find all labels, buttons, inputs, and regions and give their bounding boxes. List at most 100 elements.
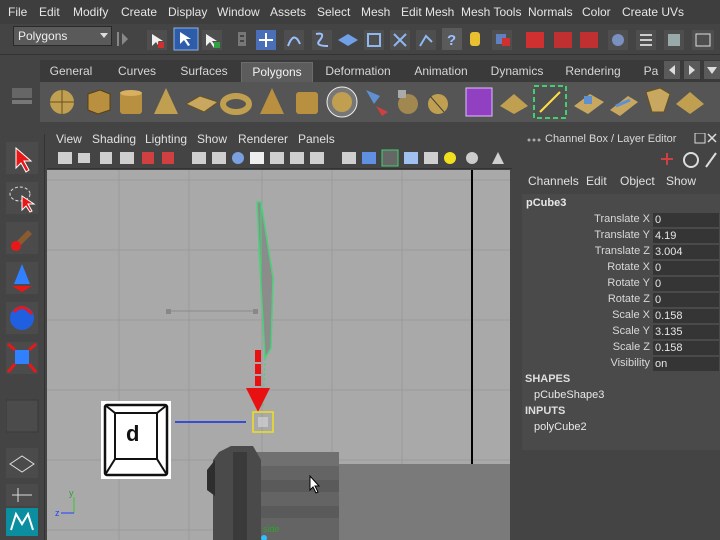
attr-label[interactable]: Scale Z (613, 341, 650, 353)
attr-value[interactable]: 0 (653, 213, 719, 227)
last-tool-icon (6, 399, 39, 433)
extrude-icon (574, 94, 604, 114)
grease-pencil-icon (142, 152, 154, 164)
history-icon (416, 30, 436, 50)
tab-surfaces[interactable]: Surfaces (174, 62, 234, 82)
channel-box-menu-channels[interactable]: Channels (528, 174, 579, 188)
attr-label[interactable]: Visibility (610, 357, 650, 369)
attr-label[interactable]: Scale X (612, 309, 650, 321)
attr-value[interactable]: 0 (653, 261, 719, 275)
attr-value[interactable]: 0 (653, 277, 719, 291)
viewport-menu-show[interactable]: Show (197, 132, 227, 146)
menu-set-label: Polygons (18, 29, 68, 43)
menu-edit-mesh[interactable]: Edit Mesh (401, 5, 454, 19)
viewport-menu-view[interactable]: View (56, 132, 82, 146)
poly-torus-icon (220, 93, 252, 115)
attr-value[interactable]: 0.158 (653, 341, 719, 355)
hyperbolic-icon (705, 152, 717, 168)
status-line-icons: ? (117, 27, 714, 51)
attr-label[interactable]: Translate Z (595, 245, 650, 257)
quad-layout-icon (6, 448, 38, 478)
object-name[interactable]: pCube3 (526, 197, 566, 209)
ipr-render-icon (554, 32, 572, 48)
attr-label[interactable]: Rotate X (607, 261, 650, 273)
inputs-header: INPUTS (525, 405, 566, 417)
reduce-icon (500, 94, 528, 114)
poly-pipe-icon (296, 92, 318, 114)
attr-value[interactable]: 4.19 (653, 229, 719, 243)
menu-display[interactable]: Display (168, 5, 207, 19)
xray-icon (404, 152, 418, 164)
poly-cone-icon (154, 88, 178, 114)
menu-window[interactable]: Window (217, 5, 260, 19)
tab-animation[interactable]: Animation (408, 62, 474, 82)
safe-title-icon (310, 152, 324, 164)
shadows-icon (466, 152, 478, 164)
selected-cube-mesh (256, 201, 274, 361)
menu-select[interactable]: Select (317, 5, 350, 19)
channel-box-icon (692, 30, 714, 50)
tab-more[interactable]: Pa (640, 62, 662, 82)
axis-label-y: y (69, 488, 74, 498)
menu-assets[interactable]: Assets (270, 5, 306, 19)
attr-label[interactable]: Rotate Y (607, 277, 650, 289)
menu-mesh[interactable]: Mesh (361, 5, 390, 19)
poly-plane-icon (184, 95, 220, 113)
input-node[interactable]: polyCube2 (534, 421, 587, 433)
channel-box-menu-edit[interactable]: Edit (586, 174, 607, 188)
shelf-options-icon[interactable] (10, 58, 36, 128)
maya-logo-icon (6, 508, 38, 536)
keypress-overlay: d (101, 401, 171, 479)
resolution-gate-icon (232, 152, 244, 164)
attr-value[interactable]: 0.158 (653, 309, 719, 323)
poly-helix-icon (326, 86, 358, 118)
gate-mask-icon (250, 152, 264, 164)
field-chart-icon (270, 152, 284, 164)
menu-mesh-tools[interactable]: Mesh Tools (461, 5, 521, 19)
attr-value[interactable]: 0 (653, 293, 719, 307)
attr-label[interactable]: Rotate Z (608, 293, 650, 305)
menu-create-uvs[interactable]: Create UVs (622, 5, 684, 19)
rotate-tool-icon (6, 302, 38, 334)
menu-color[interactable]: Color (582, 5, 611, 19)
smooth-shade-icon (362, 152, 376, 164)
tab-polygons[interactable]: Polygons (241, 62, 313, 83)
attr-label[interactable]: Scale Y (612, 325, 650, 337)
extract-icon (428, 94, 448, 114)
axis-label-z: z (55, 508, 60, 518)
poly-cube-icon (87, 89, 111, 115)
shelf-scroll-controls[interactable] (664, 61, 720, 81)
tab-dynamics[interactable]: Dynamics (488, 62, 546, 82)
viewport[interactable]: y z side (47, 170, 510, 540)
viewport-menu-shading[interactable]: Shading (92, 132, 136, 146)
shapes-header: SHAPES (525, 373, 571, 385)
menu-create[interactable]: Create (121, 5, 157, 19)
shape-node[interactable]: pCubeShape3 (534, 389, 604, 401)
snap-point-icon (312, 30, 332, 50)
channel-box-menu-show[interactable]: Show (666, 174, 696, 188)
attr-value[interactable]: 3.135 (653, 325, 719, 339)
layout-icon (6, 484, 38, 506)
image-plane-icon (120, 152, 134, 164)
tab-deformation[interactable]: Deformation (320, 62, 396, 82)
menu-edit[interactable]: Edit (39, 5, 60, 19)
attr-label[interactable]: Translate Y (594, 229, 650, 241)
menu-file[interactable]: File (8, 5, 27, 19)
paint-tool-icon (6, 222, 38, 254)
viewport-menu-lighting[interactable]: Lighting (145, 132, 187, 146)
menu-modify[interactable]: Modify (73, 5, 108, 19)
channel-box-menu-object[interactable]: Object (620, 174, 655, 188)
attr-value[interactable]: 3.004 (653, 245, 719, 259)
viewport-menu-renderer[interactable]: Renderer (238, 132, 288, 146)
menu-set-selector[interactable]: Polygons (13, 26, 112, 46)
attr-value[interactable]: on (653, 357, 719, 371)
attr-label[interactable]: Translate X (594, 213, 650, 225)
float-panel-icon (694, 133, 706, 144)
tab-general[interactable]: General (44, 62, 98, 82)
svg-text:?: ? (447, 32, 456, 49)
tab-curves[interactable]: Curves (110, 62, 164, 82)
camera-attrs-icon (78, 153, 90, 163)
menu-normals[interactable]: Normals (528, 5, 573, 19)
tab-rendering[interactable]: Rendering (560, 62, 626, 82)
viewport-menu-panels[interactable]: Panels (298, 132, 335, 146)
